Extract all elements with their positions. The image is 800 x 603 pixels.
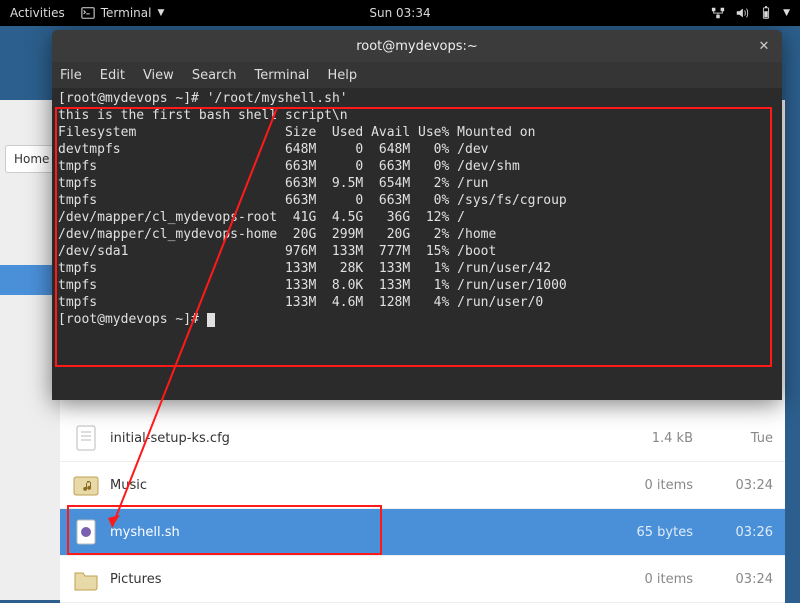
- close-icon[interactable]: ✕: [754, 36, 774, 56]
- system-tray[interactable]: ▼: [711, 6, 790, 20]
- terminal-icon: [81, 6, 95, 20]
- file-time: 03:26: [713, 525, 773, 540]
- menu-file[interactable]: File: [60, 68, 82, 83]
- sidebar-home-entry[interactable]: Home: [5, 145, 55, 173]
- window-title: root@mydevops:~: [356, 39, 478, 54]
- file-list: initial-setup-ks.cfg1.4 kBTueMusic0 item…: [60, 415, 785, 603]
- menu-terminal[interactable]: Terminal: [254, 68, 309, 83]
- df-header: Filesystem Size Used Avail Use% Mounted …: [58, 125, 535, 140]
- file-size: 1.4 kB: [613, 431, 693, 446]
- chevron-down-icon: ▼: [783, 8, 790, 18]
- terminal-titlebar[interactable]: root@mydevops:~ ✕: [52, 30, 782, 62]
- menu-view[interactable]: View: [143, 68, 174, 83]
- prompt-line: [root@mydevops ~]# '/root/myshell.sh': [58, 91, 348, 106]
- sidebar-active-indicator: [0, 265, 60, 295]
- file-row-Music[interactable]: Music0 items 03:24: [60, 462, 785, 509]
- menu-edit[interactable]: Edit: [100, 68, 125, 83]
- network-icon: [711, 6, 725, 20]
- battery-icon: [759, 6, 773, 20]
- terminal-window: root@mydevops:~ ✕ File Edit View Search Term…: [52, 30, 782, 400]
- file-size: 65 bytes: [613, 525, 693, 540]
- activities-hotcorner[interactable]: Activities: [10, 6, 65, 20]
- file-time: Tue: [713, 431, 773, 446]
- df-rows: devtmpfs 648M 0 648M 0% /dev tmpfs 663M …: [58, 142, 567, 310]
- file-name: initial-setup-ks.cfg: [110, 431, 613, 446]
- gnome-topbar: Activities Terminal ▼ Sun 03:34 ▼: [0, 0, 800, 26]
- file-row-myshell-sh[interactable]: myshell.sh65 bytes 03:26: [60, 509, 785, 556]
- script-icon: [72, 518, 100, 546]
- prompt-line: [root@mydevops ~]#: [58, 312, 199, 327]
- chevron-down-icon: ▼: [157, 8, 164, 18]
- file-row-Pictures[interactable]: Pictures0 items 03:24: [60, 556, 785, 603]
- file-row-initial-setup-ks-cfg[interactable]: initial-setup-ks.cfg1.4 kB Tue: [60, 415, 785, 462]
- terminal-menubar: File Edit View Search Terminal Help: [52, 62, 782, 88]
- terminal-output[interactable]: [root@mydevops ~]# '/root/myshell.sh' th…: [52, 88, 782, 400]
- file-name: myshell.sh: [110, 525, 613, 540]
- file-size: 0 items: [613, 478, 693, 493]
- music-icon: [72, 471, 100, 499]
- file-name: Music: [110, 478, 613, 493]
- file-name: Pictures: [110, 572, 613, 587]
- cursor-block: [207, 313, 215, 327]
- topbar-clock[interactable]: Sun 03:34: [369, 6, 430, 20]
- folder-icon: [72, 565, 100, 593]
- file-size: 0 items: [613, 572, 693, 587]
- menu-search[interactable]: Search: [192, 68, 237, 83]
- file-manager-sidebar: Home: [0, 100, 60, 600]
- menu-help[interactable]: Help: [327, 68, 357, 83]
- topbar-app-indicator[interactable]: Terminal ▼: [81, 6, 165, 20]
- volume-icon: [735, 6, 749, 20]
- topbar-app-label: Terminal: [101, 6, 152, 20]
- doc-icon: [72, 424, 100, 452]
- file-time: 03:24: [713, 572, 773, 587]
- file-time: 03:24: [713, 478, 773, 493]
- script-output-line: this is the first bash shell script\n: [58, 108, 348, 123]
